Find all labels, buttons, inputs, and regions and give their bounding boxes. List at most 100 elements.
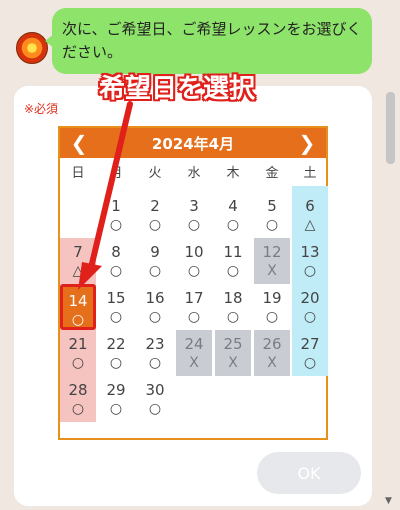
calendar-month-title: 2024年4月: [151, 135, 235, 153]
calendar-day[interactable]: 7 △: [60, 238, 96, 284]
calendar-day-number: 24: [184, 335, 204, 353]
availability-mark: ○: [109, 309, 123, 325]
availability-mark: ○: [187, 263, 201, 279]
sun-avatar-icon: [16, 32, 48, 64]
calendar-day-number: 19: [262, 289, 282, 307]
calendar-day[interactable]: 22 ○: [98, 330, 134, 376]
calendar-day[interactable]: 15 ○: [98, 284, 134, 330]
calendar-day-number: 21: [68, 335, 88, 353]
availability-mark: ○: [148, 355, 162, 371]
calendar-day[interactable]: 6 △: [292, 192, 328, 238]
calendar-day[interactable]: 20 ○: [292, 284, 328, 330]
availability-mark: ○: [226, 263, 240, 279]
calendar-day[interactable]: 21 ○: [60, 330, 96, 376]
calendar-day-number: 9: [150, 243, 160, 261]
calendar-header: ❮ 2024年4月 ❯: [60, 128, 326, 158]
calendar-day[interactable]: 13 ○: [292, 238, 328, 284]
chat-message-text: 次に、ご希望日、ご希望レッスンをお選びください。: [62, 20, 362, 61]
calendar-day: 26 X: [254, 330, 290, 376]
availability-mark: △: [304, 217, 316, 233]
availability-mark: ○: [148, 263, 162, 279]
availability-mark: ○: [265, 309, 279, 325]
scrollbar-thumb[interactable]: [386, 92, 395, 164]
calendar-day: 24 X: [176, 330, 212, 376]
weekday-thu: 木: [226, 166, 240, 181]
calendar-day[interactable]: 29 ○: [98, 376, 134, 422]
annotation-callout: 希望日を選択: [98, 74, 255, 104]
calendar-day-number: 7: [73, 243, 83, 261]
weekday-sun: 日: [71, 166, 85, 181]
calendar-day: 25 X: [215, 330, 251, 376]
scrollbar[interactable]: ▼: [383, 90, 397, 510]
calendar-day-number: 26: [262, 335, 282, 353]
calendar-day-number: 11: [223, 243, 243, 261]
calendar-day-number: 8: [111, 243, 121, 261]
availability-mark: ○: [265, 217, 279, 233]
availability-mark: ○: [109, 217, 123, 233]
availability-mark: ○: [71, 312, 85, 328]
chevron-right-icon[interactable]: ❯: [292, 130, 322, 156]
availability-mark: ○: [71, 355, 85, 371]
calendar-day-number: 20: [300, 289, 320, 307]
availability-mark: ○: [187, 309, 201, 325]
calendar-day[interactable]: 9 ○: [137, 238, 173, 284]
availability-mark: ○: [303, 355, 317, 371]
availability-mark: X: [267, 355, 277, 371]
calendar-day[interactable]: 16 ○: [137, 284, 173, 330]
calendar-day-number: 22: [106, 335, 126, 353]
availability-mark: ○: [109, 401, 123, 417]
calendar-day-number: 16: [145, 289, 165, 307]
calendar-day[interactable]: 23 ○: [137, 330, 173, 376]
calendar-day-number: 30: [145, 381, 165, 399]
ok-button[interactable]: OK: [257, 452, 361, 494]
scroll-down-icon[interactable]: ▼: [385, 496, 392, 506]
calendar-day[interactable]: 30 ○: [137, 376, 173, 422]
availability-mark: ○: [303, 263, 317, 279]
calendar-day[interactable]: 5 ○: [254, 192, 290, 238]
calendar-day-number: 18: [223, 289, 243, 307]
availability-mark: ○: [303, 309, 317, 325]
availability-mark: ○: [187, 217, 201, 233]
weekday-tue: 火: [148, 166, 162, 181]
calendar-day[interactable]: 10 ○: [176, 238, 212, 284]
calendar-day-number: 17: [184, 289, 204, 307]
calendar-day-number: 14: [68, 292, 88, 310]
calendar-day-number: 29: [106, 381, 126, 399]
availability-mark: X: [267, 263, 277, 279]
availability-mark: ○: [148, 217, 162, 233]
calendar-day-number: 4: [228, 197, 238, 215]
availability-mark: X: [189, 355, 199, 371]
availability-mark: ○: [71, 401, 85, 417]
calendar-day: 12 X: [254, 238, 290, 284]
availability-mark: ○: [109, 355, 123, 371]
calendar-day[interactable]: 3 ○: [176, 192, 212, 238]
availability-mark: △: [72, 263, 84, 279]
calendar-day[interactable]: 11 ○: [215, 238, 251, 284]
availability-mark: ○: [148, 401, 162, 417]
calendar-day-number: 6: [305, 197, 315, 215]
calendar-day[interactable]: 28 ○: [60, 376, 96, 422]
calendar-day-selected[interactable]: 14 ○: [60, 284, 96, 330]
calendar-day-number: 13: [300, 243, 320, 261]
calendar-day[interactable]: 8 ○: [98, 238, 134, 284]
weekday-sat: 土: [303, 166, 317, 181]
availability-mark: ○: [226, 309, 240, 325]
availability-mark: ○: [148, 309, 162, 325]
calendar-day[interactable]: 27 ○: [292, 330, 328, 376]
calendar-day[interactable]: 17 ○: [176, 284, 212, 330]
calendar-day[interactable]: 1 ○: [98, 192, 134, 238]
weekday-fri: 金: [265, 166, 279, 181]
calendar-day-number: 5: [267, 197, 277, 215]
calendar-day[interactable]: 19 ○: [254, 284, 290, 330]
availability-mark: ○: [109, 263, 123, 279]
calendar-day-number: 1: [111, 197, 121, 215]
calendar-day-number: 10: [184, 243, 204, 261]
calendar: ❮ 2024年4月 ❯ 日 月 火 水 木 金 土 1 ○ 2 ○ 3 ○ 4 ○ 5 ○ 6 △ 7 △…: [58, 126, 328, 440]
calendar-day-number: 3: [189, 197, 199, 215]
calendar-day[interactable]: 18 ○: [215, 284, 251, 330]
calendar-day-number: 25: [223, 335, 243, 353]
calendar-day[interactable]: 4 ○: [215, 192, 251, 238]
calendar-day-number: 23: [145, 335, 165, 353]
chat-message-bubble: 次に、ご希望日、ご希望レッスンをお選びください。: [45, 8, 372, 74]
calendar-day[interactable]: 2 ○: [137, 192, 173, 238]
